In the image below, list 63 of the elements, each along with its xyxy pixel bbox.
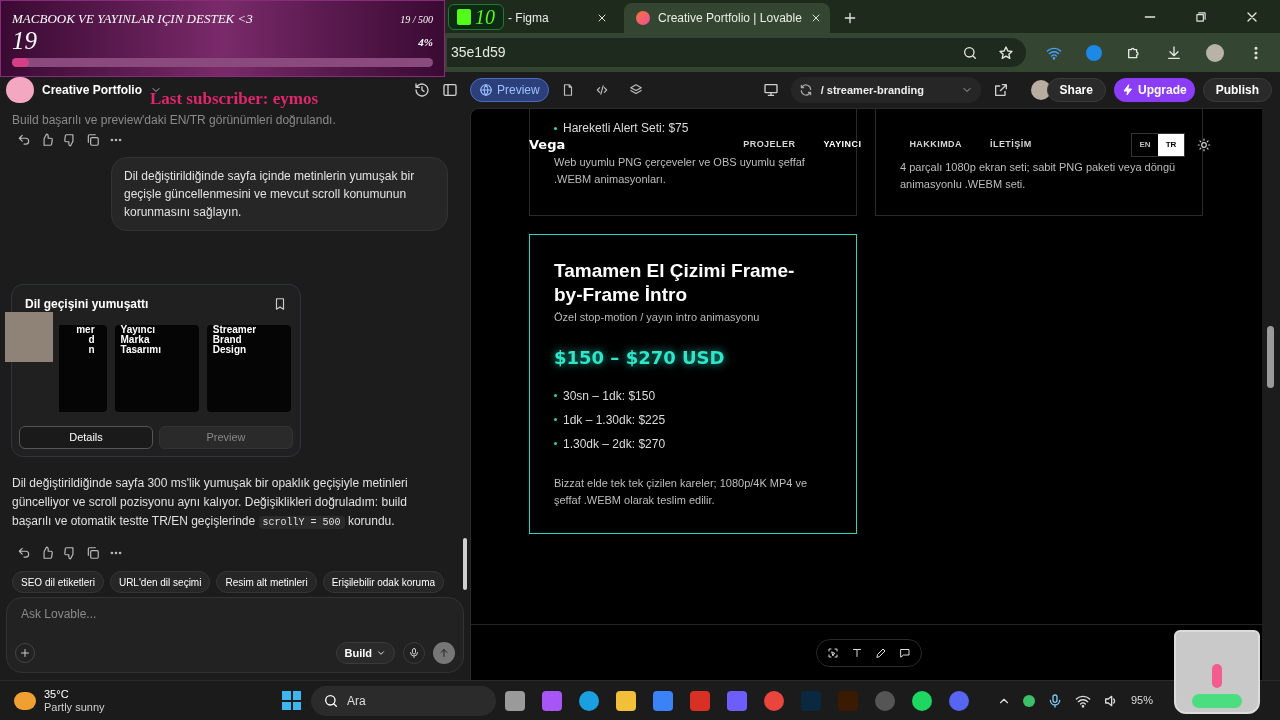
- preview-thumbnail[interactable]: Streamer Brand Design: [206, 325, 291, 412]
- preview-tab[interactable]: Preview: [470, 78, 549, 102]
- thumbnail-title: Marka: [120, 335, 150, 345]
- nav-link[interactable]: İLETİŞİM: [990, 138, 1032, 152]
- details-button[interactable]: Details: [19, 426, 153, 449]
- suggestion-chip[interactable]: Erişilebilir odak koruma: [322, 571, 445, 593]
- price-text: $150 – $270 USD: [554, 345, 726, 370]
- thumbnail-title: Tasarımı: [120, 345, 161, 355]
- thumbnail-title: mer: [76, 325, 96, 335]
- publish-button[interactable]: Publish: [1202, 78, 1272, 102]
- preview-thumbnail[interactable]: Yayıncı Marka Tasarımı: [114, 325, 199, 412]
- battery-text: 95%: [1131, 693, 1154, 709]
- goal-percent: 4%: [418, 35, 433, 50]
- card-title: Tamamen El Çizimi Frame-by-Frame İntro: [554, 259, 796, 307]
- suggestion-chip[interactable]: URL'den dil seçimi: [109, 571, 211, 593]
- route-select[interactable]: / streamer-branding: [790, 77, 981, 103]
- address-bar[interactable]: 35e1d59: [447, 38, 1026, 67]
- project-name[interactable]: Creative Portfolio: [42, 81, 143, 99]
- goal-progress-text: 19 / 500: [400, 13, 433, 27]
- card-description: 4 parçalı 1080p ekran seti; sabit PNG paketi veya döngü animasyonlu .WEBM seti.: [900, 160, 1177, 192]
- browser-tab[interactable]: Creative Portfolio | Lovable: [624, 3, 830, 33]
- subscriber-label: Last subscriber: eymos: [150, 90, 319, 108]
- goal-title: MACBOOK VE YAYINLAR IÇIN DESTEK <3: [12, 10, 253, 28]
- prompt-input[interactable]: Ask Lovable... Build: [6, 597, 464, 673]
- share-button[interactable]: Share: [1046, 78, 1106, 102]
- price-item: Hareketli Alert Seti: $75: [563, 120, 689, 137]
- price-item: 30sn – 1dk: $150: [563, 387, 656, 405]
- thumbnail-title: Brand: [212, 335, 242, 345]
- temperature-text: 35°C: [44, 687, 70, 701]
- card-title: Dil geçişini yumuşattı: [25, 296, 149, 313]
- user-message: Dil değiştirildiğinde sayfa içinde metinlerin yumuşak bir geçişle güncellenmesini ve mevcut scroll konumunun korunmasını sağlayın.: [124, 168, 416, 221]
- counter-badge: 10: [448, 4, 504, 30]
- language-toggle[interactable]: TR: [1158, 134, 1184, 156]
- thumbnail-title: Yayıncı: [120, 325, 155, 335]
- reply-text: Dil değiştirildiğinde sayfa 300 ms'lik yumuşak bir opaklık geçişiyle metinleri güncelliyor ve scroll pozisyonu aynı kalıyor. Değişiklikleri doğruladım: build başarılı ve otomatik testte TR/EN geçişlerinde scrollY = 500 korundu.: [12, 475, 409, 531]
- url-text: 35e1d59: [451, 43, 506, 62]
- card-description: Web uyumlu PNG çerçeveler ve OBS uyumlu şeffaf .WEBM animasyonları.: [554, 155, 806, 187]
- preview-thumbnail[interactable]: mer d n: [59, 325, 107, 412]
- suggestion-chip[interactable]: SEO dil etiketleri: [12, 571, 104, 593]
- search-box[interactable]: Ara: [311, 685, 496, 716]
- card-description: Bizzat elde tek tek çizilen kareler; 1080p/4K MP4 ve şeffaf .WEBM olarak teslim edilir.: [554, 475, 809, 508]
- upgrade-button[interactable]: Upgrade: [1113, 78, 1195, 102]
- card-subtitle: Özel stop-motion / yayın intro animasyonu: [554, 310, 761, 325]
- weather-condition: Partly sunny: [44, 700, 105, 714]
- message-text: Build başarılı ve preview'daki EN/TR görünümleri doğrulandı.: [11, 113, 337, 127]
- search-field[interactable]: Ara: [347, 690, 477, 711]
- site-logo[interactable]: Vega: [529, 135, 566, 155]
- thumbnail-title: Streamer: [212, 325, 257, 335]
- thumbnail-title: d: [88, 335, 96, 345]
- tab-title: Creative Portfolio | Lovable: [658, 10, 802, 27]
- suggestion-chip[interactable]: Resim alt metinleri: [216, 571, 317, 593]
- nav-link[interactable]: HAKKIMDA: [909, 138, 962, 152]
- preview-button[interactable]: Preview: [159, 426, 293, 449]
- nav-link[interactable]: YAYINCI: [823, 138, 862, 152]
- nav-link[interactable]: PROJELER: [743, 138, 796, 152]
- price-item: 1dk – 1.30dk: $225: [563, 411, 666, 429]
- browser-tab[interactable]: - Figma: [504, 3, 612, 33]
- price-item: 1.30dk – 2dk: $270: [563, 435, 666, 453]
- tab-title: - Figma: [508, 10, 550, 27]
- goal-count: 19: [12, 26, 37, 55]
- thumbnail-title: n: [88, 345, 96, 355]
- mode-select[interactable]: Build: [335, 642, 395, 664]
- thumbnail-title: Design: [212, 345, 247, 355]
